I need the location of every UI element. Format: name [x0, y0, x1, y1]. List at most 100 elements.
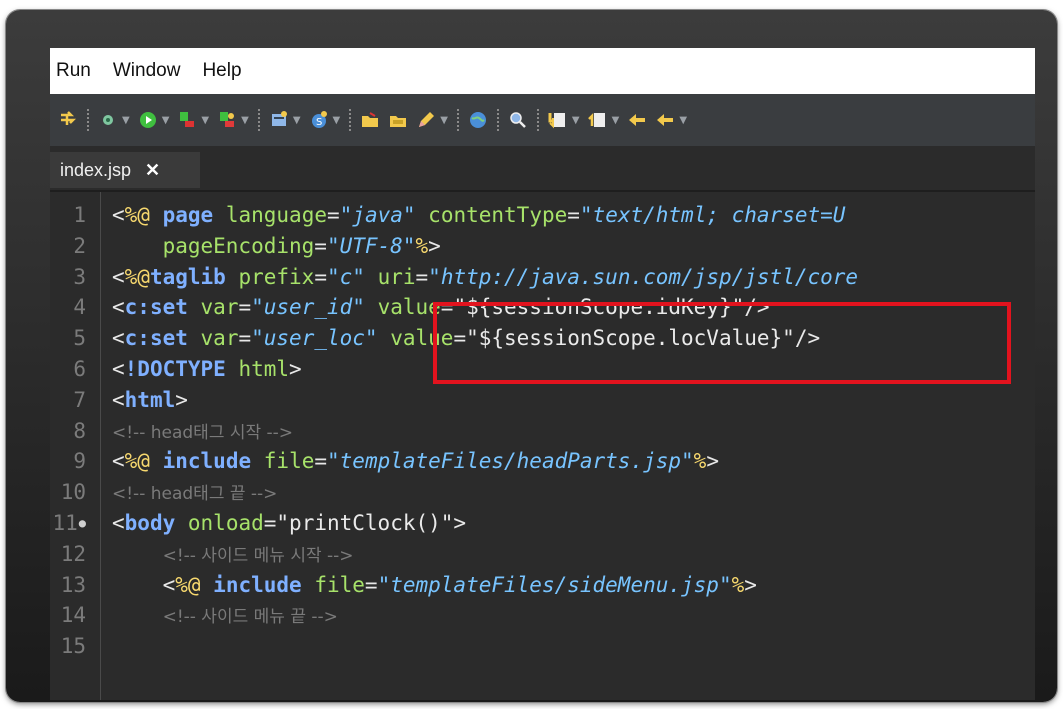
tab-index-jsp[interactable]: index.jsp ✕	[50, 152, 200, 188]
code-line[interactable]: 12 <!-- 사이드 메뉴 시작 -->	[50, 539, 1035, 569]
pencil-icon[interactable]	[415, 109, 437, 131]
code-token: >	[175, 387, 188, 412]
code-token: <	[112, 572, 176, 597]
code-token: "user_id"	[251, 295, 365, 320]
line-number: 2	[73, 233, 86, 258]
code-line[interactable]: 7 <html>	[50, 385, 1035, 415]
code-line[interactable]: 1 <%@ page language="java" contentType="t…	[50, 200, 1035, 230]
code-token: %@	[124, 449, 150, 474]
code-line[interactable]: 14 <!-- 사이드 메뉴 끝 -->	[50, 600, 1035, 630]
code-token: "text/html; charset=U	[579, 203, 846, 227]
chevron-down-icon[interactable]: ▼	[572, 115, 580, 126]
code-token: %@	[175, 572, 201, 597]
code-line[interactable]: 8 <!-- head태그 시작 -->	[50, 416, 1035, 446]
chevron-down-icon[interactable]: ▼	[241, 115, 249, 126]
line-number: 7	[73, 387, 86, 412]
menu-run[interactable]: Run	[56, 60, 91, 82]
menu-help[interactable]: Help	[202, 60, 241, 82]
code-token: html	[124, 387, 176, 412]
code-token: =	[314, 449, 328, 474]
code-token: %	[415, 233, 429, 258]
open-folder2-icon[interactable]	[387, 109, 409, 131]
code-token: include	[213, 572, 302, 597]
run-icon[interactable]	[137, 109, 159, 131]
code-token: "UTF-8"	[326, 233, 416, 258]
chevron-down-icon[interactable]: ▼	[201, 115, 209, 126]
globe-icon[interactable]	[467, 109, 489, 131]
code-line[interactable]: 15	[50, 631, 1035, 661]
chevron-down-icon[interactable]: ▼	[333, 115, 341, 126]
chevron-down-icon[interactable]: ▼	[122, 115, 130, 126]
search-tools-icon[interactable]	[507, 109, 529, 131]
code-token: =	[567, 203, 580, 227]
code-token: <	[112, 449, 125, 474]
code-token: body	[124, 511, 176, 535]
code-token: "http://java.sun.com/jsp/jstl/core	[428, 264, 859, 289]
forward-icon[interactable]	[654, 109, 676, 131]
chevron-down-icon[interactable]: ▼	[612, 115, 620, 126]
code-token: =	[238, 295, 252, 320]
step-into-icon[interactable]	[57, 109, 79, 131]
chevron-down-icon[interactable]: ▼	[679, 115, 687, 126]
toolbar-separator	[349, 109, 352, 131]
toolbar-separator	[87, 109, 89, 131]
chevron-down-icon[interactable]: ▼	[162, 115, 170, 126]
monitor-frame: Run Window Help ▼ ▼ ▼ ▼ ▼ S ▼ ▼ ▼ ▼ ▼ in…	[6, 10, 1057, 702]
code-line[interactable]: 13 <%@ include file="templateFiles/sideM…	[50, 570, 1035, 600]
line-number: 13	[60, 572, 86, 597]
code-line[interactable]: 9 <%@ include file="templateFiles/headPar…	[50, 446, 1035, 476]
code-token: c:set	[124, 295, 188, 320]
code-token: <!-- 사이드 메뉴 시작 -->	[162, 545, 354, 566]
open-folder-icon[interactable]	[359, 109, 381, 131]
code-text: <%@ include file="templateFiles/sideMenu…	[112, 570, 757, 600]
external-tools-icon[interactable]	[176, 109, 198, 131]
new-class-icon[interactable]: S	[308, 109, 330, 131]
code-token: %	[731, 572, 745, 597]
code-token: %@	[124, 203, 150, 227]
menu-window[interactable]: Window	[113, 60, 181, 82]
code-line[interactable]: 11● <body onload="printClock()">	[50, 508, 1035, 538]
code-token: c:set	[124, 326, 188, 351]
line-number: 14	[60, 603, 86, 628]
chevron-down-icon[interactable]: ▼	[440, 115, 448, 126]
code-token: =	[415, 264, 429, 289]
line-number: 15	[60, 634, 86, 659]
line-number: 8	[73, 418, 86, 443]
code-editor[interactable]: 1 <%@ page language="java" contentType="t…	[50, 192, 1035, 700]
fold-marker-icon[interactable]: ●	[79, 516, 86, 530]
code-token: include	[162, 449, 252, 474]
code-line[interactable]: 3 <%@taglib prefix="c" uri="http://java.s…	[50, 262, 1035, 292]
next-annotation-icon[interactable]	[547, 109, 569, 131]
toolbar: ▼ ▼ ▼ ▼ ▼ S ▼ ▼ ▼ ▼ ▼	[50, 94, 1035, 146]
code-text: <!-- 사이드 메뉴 시작 -->	[112, 539, 354, 571]
coverage-icon[interactable]	[216, 109, 238, 131]
code-text: <body onload="printClock()">	[112, 508, 466, 538]
toolbar-separator	[257, 109, 260, 131]
chevron-down-icon[interactable]: ▼	[293, 115, 301, 126]
code-token: <	[112, 387, 125, 412]
back-icon[interactable]	[626, 109, 648, 131]
code-token: pageEncoding	[162, 233, 315, 258]
code-token: onload	[187, 511, 264, 535]
code-line[interactable]: 10 <!-- head태그 끝 -->	[50, 477, 1035, 507]
prev-annotation-icon[interactable]	[587, 109, 609, 131]
debug-config-icon[interactable]	[97, 109, 119, 131]
close-icon[interactable]: ✕	[145, 160, 160, 181]
code-token: file	[314, 572, 365, 597]
new-server-icon[interactable]	[268, 109, 290, 131]
toolbar-separator	[496, 109, 499, 131]
code-token: var	[200, 295, 239, 320]
code-token: "java"	[339, 203, 416, 227]
code-token: >	[289, 357, 302, 381]
svg-text:S: S	[316, 117, 322, 128]
code-line[interactable]: 2 pageEncoding="UTF-8"%>	[50, 231, 1035, 261]
